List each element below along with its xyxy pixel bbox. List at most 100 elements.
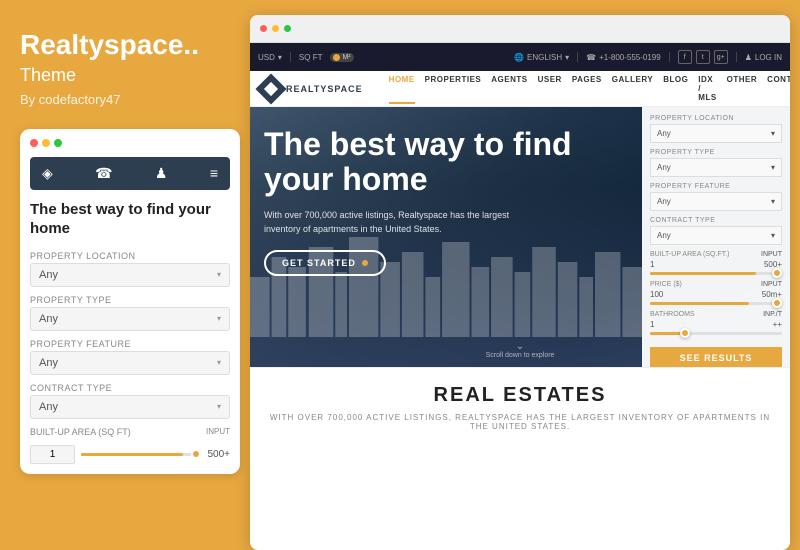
price-label: PRICE ($) [650,281,682,288]
topbar-language[interactable]: 🌐 ENGLISH ▾ [514,53,569,62]
right-panel-desktop-preview: USD ▾ SQ FT M² 🌐 ENGLISH ▾ ☎ +1-800-555-… [250,15,790,550]
nav-item-user[interactable]: USER [538,73,562,104]
nav-item-blog[interactable]: BLOG [663,73,688,104]
search-select-location[interactable]: Any ▾ [650,124,782,143]
mobile-area-label: BUILT-UP AREA (SQ FT) [30,427,131,437]
baths-input-label: INP./T [763,311,782,318]
mobile-field-location: PROPERTY LOCATION Any ▾ [30,251,230,287]
nav-item-agents[interactable]: AGENTS [491,73,527,104]
area-slider-header: BUILT-UP AREA (SQ.FT.) INPUT [650,251,782,258]
hero-title: The best way to find your home [264,127,594,197]
search-label-location: PROPERTY LOCATION [650,115,782,122]
browser-dot-close[interactable] [260,25,267,32]
topbar-phone[interactable]: ☎ +1-800-555-0199 [586,53,661,62]
mobile-area-max: 500+ [207,449,230,460]
topbar-login[interactable]: ♟ LOG IN [745,53,782,62]
mobile-area-input-label: INPUT [206,427,230,436]
cta-label: GET STARTED [282,258,356,268]
price-slider-thumb[interactable] [772,298,782,308]
scroll-text: Scroll down to explore [486,352,555,359]
phone-icon: ☎ [586,53,596,62]
price-slider-track[interactable] [650,302,782,305]
nav-item-other[interactable]: OTHER [727,73,758,104]
mobile-label-location: PROPERTY LOCATION [30,251,230,261]
nav-menu: HOME PROPERTIES AGENTS USER PAGES GALLER… [389,73,790,104]
search-select-feature[interactable]: Any ▾ [650,192,782,211]
toggle-indicator [333,54,340,61]
price-slider-header: PRICE ($) INPUT [650,281,782,288]
baths-slider-thumb[interactable] [680,328,690,338]
facebook-icon[interactable]: f [678,50,692,64]
chevron-down-icon: ▾ [217,270,221,279]
nav-item-home[interactable]: HOME [389,73,415,104]
baths-slider-track[interactable] [650,332,782,335]
hero-content-area: The best way to find your home With over… [264,127,594,276]
search-field-feature: PROPERTY FEATURE Any ▾ [650,183,782,211]
nav-item-pages[interactable]: PAGES [572,73,602,104]
chevron-down-icon-5: ▾ [771,129,775,138]
baths-label: BATHROOMS [650,311,695,318]
theme-title: Realtyspace.. [20,30,225,61]
see-results-button[interactable]: SEE RESULTS [650,347,782,367]
scroll-down-icon: ⌄ [486,341,555,352]
search-price-field: PRICE ($) INPUT 100 50m+ [650,281,782,305]
mobile-area-row: BUILT-UP AREA (SQ FT) INPUT [30,427,230,437]
theme-author: By codefactory47 [20,92,225,107]
mobile-select-feature[interactable]: Any ▾ [30,351,230,375]
mobile-select-location[interactable]: Any ▾ [30,263,230,287]
topbar-unit[interactable]: SQ FT [299,53,323,62]
area-slider-thumb[interactable] [772,268,782,278]
social-icons-group: f t g+ [678,50,728,64]
area-slider-track[interactable] [650,272,782,275]
mobile-area-min[interactable]: 1 [30,445,75,464]
google-plus-icon[interactable]: g+ [714,50,728,64]
site-logo[interactable]: REALTYSPACE [260,78,365,100]
nav-item-idx[interactable]: IDX / MLS [698,73,716,104]
mobile-field-feature: PROPERTY FEATURE Any ▾ [30,339,230,375]
user-icon: ♟ [745,53,752,62]
dot-yellow [42,139,50,147]
search-label-contract: CONTRACT TYPE [650,217,782,224]
toggle-unit[interactable]: M² [330,53,353,62]
mobile-slider-thumb[interactable] [191,449,201,459]
mobile-select-contract[interactable]: Any ▾ [30,395,230,419]
mobile-area-slider[interactable] [81,453,201,456]
toggle-label: M² [342,54,350,61]
mobile-user-icon: ♟ [155,165,168,182]
search-select-contract[interactable]: Any ▾ [650,226,782,245]
search-label-type: PROPERTY TYPE [650,149,782,156]
left-panel: Realtyspace.. Theme By codefactory47 ◈ ☎… [0,0,245,550]
mobile-preview-card: ◈ ☎ ♟ ≡ The best way to find your home P… [20,129,240,474]
hero-description: With over 700,000 active listings, Realt… [264,209,524,236]
site-navbar: REALTYSPACE HOME PROPERTIES AGENTS USER … [250,71,790,107]
search-baths-field: BATHROOMS INP./T 1 ++ [650,311,782,335]
area-values: 1 500+ [650,260,782,269]
baths-slider-header: BATHROOMS INP./T [650,311,782,318]
topbar-currency[interactable]: USD ▾ [258,53,282,62]
search-field-location: PROPERTY LOCATION Any ▾ [650,115,782,143]
search-contract-value: Any [657,231,671,240]
mobile-phone-icon: ☎ [95,165,112,182]
baths-values: 1 ++ [650,320,782,329]
area-slider-fill [650,272,756,275]
search-type-value: Any [657,163,671,172]
browser-dot-minimize[interactable] [272,25,279,32]
mobile-select-type-value: Any [39,313,58,325]
nav-item-properties[interactable]: PROPERTIES [425,73,482,104]
search-field-type: PROPERTY TYPE Any ▾ [650,149,782,177]
mobile-menu-icon[interactable]: ≡ [210,165,218,181]
nav-item-gallery[interactable]: GALLERY [612,73,653,104]
chevron-down-icon-2: ▾ [217,314,221,323]
area-label: BUILT-UP AREA (SQ.FT.) [650,251,729,258]
twitter-icon[interactable]: t [696,50,710,64]
logo-text: REALTYSPACE [286,84,363,94]
mobile-label-type: PROPERTY TYPE [30,295,230,305]
search-select-type[interactable]: Any ▾ [650,158,782,177]
search-field-contract: CONTRACT TYPE Any ▾ [650,217,782,245]
price-input-label: INPUT [761,281,782,288]
price-values: 100 50m+ [650,290,782,299]
get-started-button[interactable]: GET STARTED [264,250,386,276]
nav-item-contact[interactable]: CONTACT [767,73,790,104]
mobile-select-type[interactable]: Any ▾ [30,307,230,331]
browser-dot-maximize[interactable] [284,25,291,32]
